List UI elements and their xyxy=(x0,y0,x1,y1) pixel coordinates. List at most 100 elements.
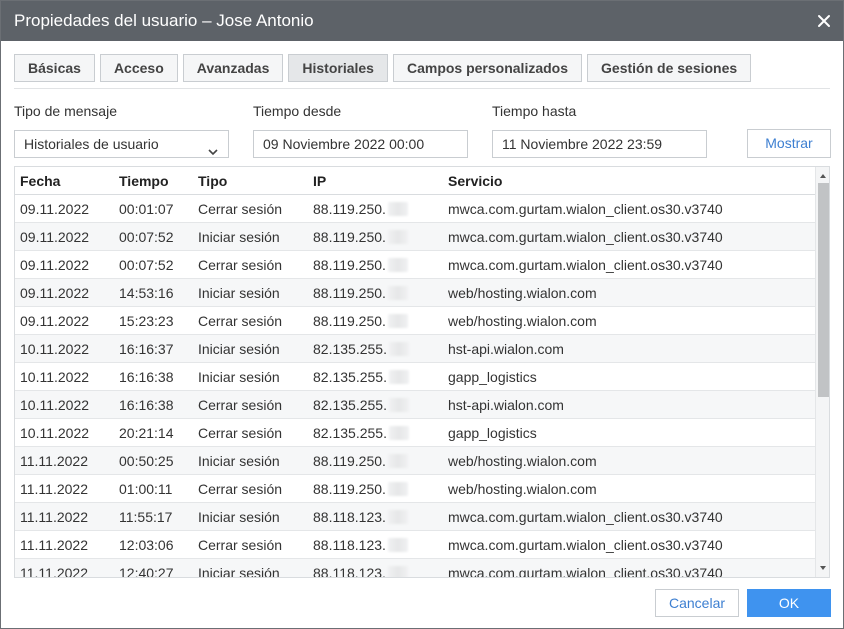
cell-servicio: mwca.com.gurtam.wialon_client.os30.v3740 xyxy=(448,509,723,525)
cell-tipo-text: Cerrar sesión xyxy=(198,201,283,217)
tab-basicas[interactable]: Básicas xyxy=(14,54,95,82)
message-type-select[interactable]: Historiales de usuario xyxy=(14,130,229,158)
cell-servicio-text: web/hosting.wialon.com xyxy=(448,313,597,329)
cell-ip: 88.118.123. xyxy=(313,537,408,553)
tab-bar: Básicas Acceso Avanzadas Historiales Cam… xyxy=(14,54,752,83)
tab-divider xyxy=(14,88,830,89)
cell-servicio-text: gapp_logistics xyxy=(448,425,537,441)
cell-servicio-text: mwca.com.gurtam.wialon_client.os30.v3740 xyxy=(448,201,723,217)
cell-ip: 88.119.250. xyxy=(313,453,408,469)
cell-tipo-text: Iniciar sesión xyxy=(198,285,280,301)
cell-tipo: Cerrar sesión xyxy=(198,201,282,217)
cell-fecha-text: 09.11.2022 xyxy=(20,257,90,273)
cell-fecha-text: 11.11.2022 xyxy=(20,453,88,469)
cell-tiempo: 00:01:07 xyxy=(119,201,174,217)
cell-tiempo: 20:21:14 xyxy=(119,425,174,441)
table-row[interactable]: 09.11.2022 15:23:23 Cerrar sesión 88.119.25… xyxy=(15,307,815,335)
cell-servicio-text: mwca.com.gurtam.wialon_client.os30.v3740 xyxy=(448,565,723,578)
table-row[interactable]: 09.11.2022 00:07:52 Cerrar sesión 88.119.25… xyxy=(15,251,815,279)
cell-tipo: Cerrar sesión xyxy=(198,257,282,273)
cell-tiempo-text: 16:16:38 xyxy=(119,397,174,413)
cell-tiempo-text: 00:07:52 xyxy=(119,229,174,245)
cell-tipo: Cerrar sesión xyxy=(198,425,282,441)
table-row[interactable]: 10.11.2022 16:16:38 Cerrar sesión 82.135.25… xyxy=(15,391,815,419)
table-row[interactable]: 10.11.2022 20:21:14 Cerrar sesión 82.135.25… xyxy=(15,419,815,447)
tab-avanzadas[interactable]: Avanzadas xyxy=(182,54,284,82)
cell-ip-text: 88.119.250. xyxy=(313,313,386,329)
cell-tipo-text: Iniciar sesión xyxy=(198,341,280,357)
tab-historiales[interactable]: Historiales xyxy=(288,54,388,82)
cell-fecha: 11.11.2022 xyxy=(20,565,88,577)
column-header-ip[interactable]: IP xyxy=(313,173,326,189)
cell-tipo: Cerrar sesión xyxy=(198,537,282,553)
cell-ip: 82.135.255. xyxy=(313,369,409,385)
cell-tipo-text: Cerrar sesión xyxy=(198,313,283,329)
table-row[interactable]: 10.11.2022 16:16:38 Iniciar sesión 82.135.2… xyxy=(15,363,815,391)
scroll-up-icon[interactable] xyxy=(816,169,829,183)
cell-ip-text: 88.119.250. xyxy=(313,229,386,245)
cell-fecha-text: 09.11.2022 xyxy=(20,313,90,329)
show-button[interactable]: Mostrar xyxy=(747,129,831,158)
cell-servicio-text: hst-api.wialon.com xyxy=(448,341,564,357)
cell-tiempo: 16:16:38 xyxy=(119,397,174,413)
redacted-ip-mask xyxy=(388,370,409,384)
cell-tiempo-text: 14:53:16 xyxy=(119,285,174,301)
history-table: Fecha Tiempo Tipo IP Servicio 09.11.2022… xyxy=(14,166,830,578)
cell-tipo-text: Cerrar sesión xyxy=(198,481,283,497)
scroll-down-icon[interactable] xyxy=(816,561,829,575)
cell-ip-text: 88.118.123. xyxy=(313,509,386,525)
cell-ip-text: 88.118.123. xyxy=(313,537,386,553)
tab-campos-personalizados[interactable]: Campos personalizados xyxy=(392,54,583,82)
cell-tiempo-text: 16:16:37 xyxy=(119,341,174,357)
vertical-scrollbar[interactable] xyxy=(815,167,829,577)
redacted-ip-mask xyxy=(387,230,408,244)
table-row[interactable]: 09.11.2022 00:01:07 Cerrar sesión 88.119.25… xyxy=(15,195,815,223)
cancel-button[interactable]: Cancelar xyxy=(655,589,739,617)
time-from-label: Tiempo desde xyxy=(253,103,342,119)
scrollbar-thumb[interactable] xyxy=(818,183,829,397)
cell-ip: 82.135.255. xyxy=(313,341,409,357)
table-row[interactable]: 11.11.2022 12:03:06 Cerrar sesión 88.118.12… xyxy=(15,531,815,559)
tab-acceso[interactable]: Acceso xyxy=(99,54,178,82)
cell-ip: 88.119.250. xyxy=(313,285,408,301)
cell-servicio-text: web/hosting.wialon.com xyxy=(448,453,597,469)
cell-fecha: 09.11.2022 xyxy=(20,201,89,217)
time-to-input[interactable]: 11 Noviembre 2022 23:59 xyxy=(492,130,707,158)
table-row[interactable]: 09.11.2022 14:53:16 Iniciar sesión 88.119.2… xyxy=(15,279,815,307)
cell-tiempo-text: 00:07:52 xyxy=(119,257,174,273)
column-header-servicio[interactable]: Servicio xyxy=(448,173,502,189)
table-row[interactable]: 11.11.2022 00:50:25 Iniciar sesión 88.119.2… xyxy=(15,447,815,475)
table-row[interactable]: 10.11.2022 16:16:37 Iniciar sesión 82.135.2… xyxy=(15,335,815,363)
ok-button[interactable]: OK xyxy=(747,589,831,617)
redacted-ip-mask xyxy=(388,398,409,412)
redacted-ip-mask xyxy=(387,314,408,328)
redacted-ip-mask xyxy=(387,482,408,496)
cell-tipo-text: Iniciar sesión xyxy=(198,565,280,578)
cell-ip-text: 82.135.255. xyxy=(313,341,387,357)
cell-servicio: mwca.com.gurtam.wialon_client.os30.v3740 xyxy=(448,257,723,273)
close-icon[interactable] xyxy=(815,12,833,30)
table-row[interactable]: 11.11.2022 12:40:27 Iniciar sesión 88.118.1… xyxy=(15,559,815,578)
cell-ip: 82.135.255. xyxy=(313,425,409,441)
cell-fecha: 10.11.2022 xyxy=(20,369,89,385)
column-header-tipo[interactable]: Tipo xyxy=(198,173,227,189)
cell-fecha-text: 10.11.2022 xyxy=(20,341,90,357)
table-row[interactable]: 11.11.2022 11:55:17 Iniciar sesión 88.118.1… xyxy=(15,503,815,531)
column-header-tiempo[interactable]: Tiempo xyxy=(119,173,169,189)
cell-tiempo: 00:07:52 xyxy=(119,229,174,245)
table-row[interactable]: 11.11.2022 01:00:11 Cerrar sesión 88.119.25… xyxy=(15,475,815,503)
tab-gestion-de-sesiones[interactable]: Gestión de sesiones xyxy=(587,54,752,82)
user-properties-dialog: Propiedades del usuario – Jose Antonio B… xyxy=(0,0,844,629)
time-from-input[interactable]: 09 Noviembre 2022 00:00 xyxy=(253,130,468,158)
cell-fecha: 09.11.2022 xyxy=(20,285,89,301)
cell-fecha: 10.11.2022 xyxy=(20,341,89,357)
cell-servicio: mwca.com.gurtam.wialon_client.os30.v3740 xyxy=(448,201,723,217)
cell-tiempo: 12:40:27 xyxy=(119,565,174,577)
cell-tipo: Iniciar sesión xyxy=(198,509,280,525)
table-row[interactable]: 09.11.2022 00:07:52 Iniciar sesión 88.119.2… xyxy=(15,223,815,251)
cell-tiempo: 14:53:16 xyxy=(119,285,174,301)
cell-tiempo: 11:55:17 xyxy=(119,509,172,525)
cell-tiempo-text: 12:03:06 xyxy=(119,537,174,553)
cell-fecha-text: 11.11.2022 xyxy=(20,509,88,525)
column-header-fecha[interactable]: Fecha xyxy=(20,173,60,189)
